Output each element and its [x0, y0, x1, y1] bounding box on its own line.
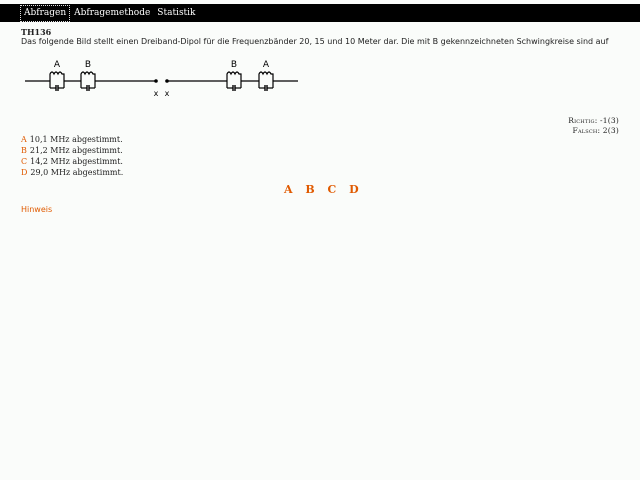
choice-button-b[interactable]: B	[305, 183, 314, 196]
trap-b-right	[226, 71, 242, 91]
trap-label-b-left: B	[85, 60, 91, 70]
trap-label-b-right: B	[231, 60, 237, 70]
answer-option-a[interactable]: A 10,1 MHz abgestimmt.	[21, 134, 123, 145]
feed-label-left: x	[154, 89, 159, 98]
answer-option-b[interactable]: B 21,2 MHz abgestimmt.	[21, 145, 123, 156]
trap-a-right	[258, 71, 274, 91]
answer-text: 14,2 MHz abgestimmt.	[30, 157, 123, 166]
score-falsch: Falsch: 2(3)	[572, 126, 619, 135]
tab-statistik[interactable]: Statistik	[154, 6, 198, 21]
hint-link[interactable]: Hinweis	[21, 205, 52, 214]
answer-option-d[interactable]: D 29,0 MHz abgestimmt.	[21, 167, 123, 178]
feed-label-right: x	[165, 89, 170, 98]
tab-abfragen[interactable]: Abfragen	[20, 4, 71, 22]
choice-button-a[interactable]: A	[284, 183, 293, 196]
answer-text: 29,0 MHz abgestimmt.	[30, 168, 124, 177]
answer-letter: C	[21, 157, 28, 166]
trap-label-a-right: A	[263, 60, 270, 70]
score-richtig: Richtig: -1(3)	[568, 116, 619, 125]
question-id: TH136	[21, 27, 52, 37]
answer-letter: A	[21, 135, 27, 144]
answer-text: 21,2 MHz abgestimmt.	[29, 146, 123, 155]
top-menu-bar: Abfragen Abfragemethode Statistik	[0, 4, 640, 22]
answer-option-c[interactable]: C 14,2 MHz abgestimmt.	[21, 156, 123, 167]
answer-letter: D	[21, 168, 28, 177]
trap-a-left	[49, 71, 65, 91]
tab-abfragemethode[interactable]: Abfragemethode	[71, 6, 153, 21]
trap-b-left	[80, 71, 96, 91]
answer-list: A 10,1 MHz abgestimmt. B 21,2 MHz abgestim…	[21, 134, 123, 178]
answer-choice-buttons: A B C D	[284, 183, 368, 196]
choice-button-c[interactable]: C	[328, 183, 337, 196]
trap-label-a-left: A	[54, 60, 61, 70]
choice-button-d[interactable]: D	[349, 183, 359, 196]
dipole-diagram: A B B A x x	[25, 60, 298, 98]
answer-text: 10,1 MHz abgestimmt.	[29, 135, 123, 144]
answer-letter: B	[21, 146, 27, 155]
question-text: Das folgende Bild stellt einen Dreiband-…	[21, 37, 609, 46]
